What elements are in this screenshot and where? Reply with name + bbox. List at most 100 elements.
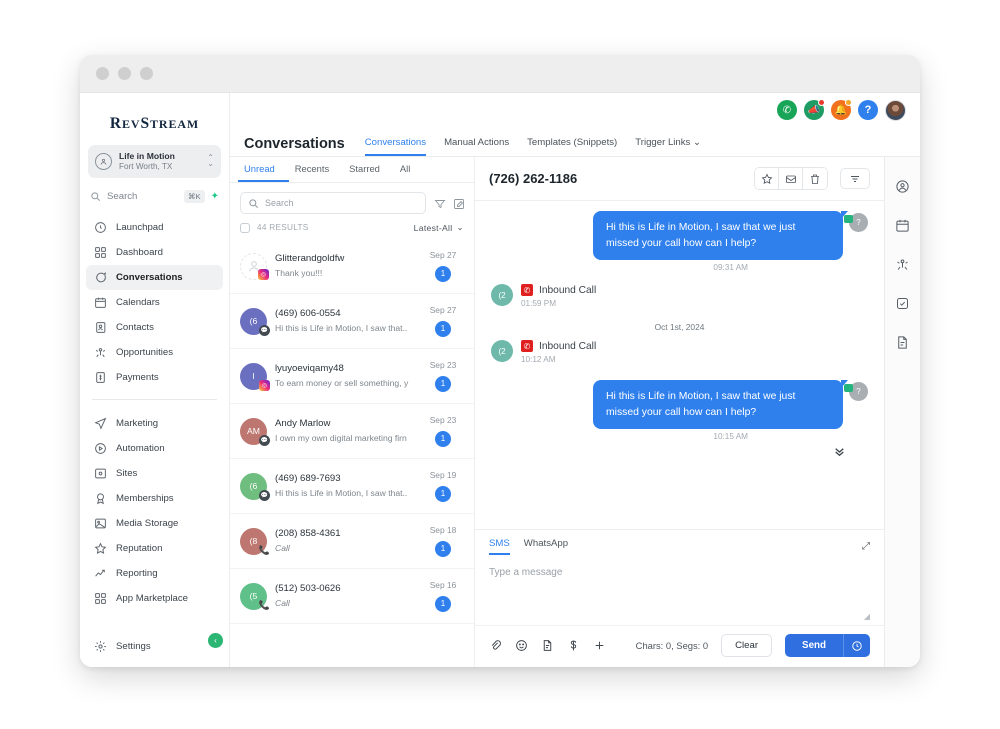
filter-tab-all[interactable]: All (394, 163, 424, 182)
composer-tab-sms[interactable]: SMS (489, 538, 510, 555)
tab-conversations[interactable]: Conversations (364, 137, 427, 156)
sidebar-label: Opportunities (116, 346, 174, 358)
tasks-icon[interactable] (895, 296, 910, 311)
window-minimize-dot[interactable] (118, 67, 131, 80)
tab-templates[interactable]: Templates (Snippets) (527, 137, 617, 156)
conversation-item[interactable]: (6 💬 (469) 689-7693 Hi this is Life in M… (230, 459, 474, 514)
sidebar-item-automation[interactable]: Automation (86, 436, 223, 461)
conversation-item[interactable]: l ◎ lyuyoeviqamy48 To earn money or sell… (230, 349, 474, 404)
sidebar-item-dashboard[interactable]: Dashboard (86, 240, 223, 265)
message-input[interactable]: Type a message ◢ (475, 555, 884, 625)
thread-action-group (754, 167, 828, 190)
composer-tab-whatsapp[interactable]: WhatsApp (524, 538, 568, 555)
megaphone-badge-dot (818, 99, 825, 106)
conversation-search-input[interactable]: Search (240, 192, 426, 214)
conversation-body: lyuyoeviqamy48 To earn money or sell som… (275, 362, 414, 389)
conversation-item[interactable]: (5 📞 (512) 503-0626 Call Sep 16 1 (230, 569, 474, 624)
filter-tab-recents[interactable]: Recents (289, 163, 343, 182)
snippet-icon[interactable] (541, 639, 554, 652)
calendar-icon[interactable] (895, 218, 910, 233)
window-close-dot[interactable] (96, 67, 109, 80)
logo-part: S (140, 115, 150, 132)
expand-composer-icon[interactable]: ⤢ (862, 541, 870, 552)
conversation-name: (512) 503-0626 (275, 583, 341, 595)
avatar: (6 💬 (240, 472, 270, 501)
logo-part: EV (121, 117, 141, 131)
tab-trigger-links[interactable]: Trigger Links ⌄ (635, 137, 701, 156)
opportunities-icon[interactable] (895, 257, 910, 272)
documents-icon[interactable] (895, 335, 910, 350)
date-separator: Oct 1st, 2024 (654, 322, 705, 333)
star-icon[interactable] (755, 168, 779, 189)
message-row-outbound: Hi this is Life in Motion, I saw that we… (491, 211, 868, 261)
window-maximize-dot[interactable] (140, 67, 153, 80)
sidebar-item-app-marketplace[interactable]: App Marketplace (86, 586, 223, 611)
help-icon[interactable]: ? (858, 100, 878, 120)
contact-profile-icon[interactable] (895, 179, 910, 194)
sidebar-item-calendars[interactable]: Calendars (86, 290, 223, 315)
megaphone-icon[interactable]: 📣 (804, 99, 825, 120)
chat-icon (94, 271, 107, 284)
schedule-send-icon[interactable] (843, 634, 870, 657)
delete-icon[interactable] (803, 168, 827, 189)
attachment-icon[interactable] (489, 639, 502, 652)
conversation-item[interactable]: ◎ Glitterandgoldfw Thank you!!! Sep 27 1 (230, 239, 474, 294)
call-badge-icon: 📞 (258, 544, 271, 555)
resize-handle-icon[interactable]: ◢ (864, 612, 870, 621)
sort-selector[interactable]: Latest-All ⌄ (414, 222, 464, 233)
conversation-body: Andy Marlow I own my own digital marketi… (275, 417, 414, 444)
tab-manual-actions[interactable]: Manual Actions (444, 137, 509, 156)
sidebar-item-marketing[interactable]: Marketing (86, 411, 223, 436)
notifications-bell-icon[interactable]: 🔔 (831, 99, 852, 120)
clear-button[interactable]: Clear (721, 634, 773, 657)
search-shortcut-badge: ⌘K (183, 189, 205, 203)
conversation-item[interactable]: AM 💬 Andy Marlow I own my own digital ma… (230, 404, 474, 459)
avatar-initials: ? (856, 218, 861, 227)
unread-badge: 1 (435, 485, 451, 502)
chevron-updown-icon[interactable]: ⌃ ⌄ (207, 153, 214, 169)
sidebar-item-reputation[interactable]: Reputation (86, 536, 223, 561)
filter-icon[interactable] (840, 168, 870, 189)
sidebar-item-opportunities[interactable]: Opportunities (86, 340, 223, 365)
account-switcher[interactable]: Life in Motion Fort Worth, TX ⌃ ⌄ (88, 145, 221, 178)
message-row-outbound: Hi this is Life in Motion, I saw that we… (491, 380, 868, 430)
inbound-call-icon: ✆ (521, 340, 533, 353)
scroll-to-bottom-button[interactable] (491, 445, 868, 461)
sidebar-item-sites[interactable]: Sites (86, 461, 223, 486)
conversation-date: Sep 19 (429, 470, 457, 481)
sidebar-item-memberships[interactable]: Memberships (86, 486, 223, 511)
calendar-icon (94, 296, 107, 309)
logo-part: TREAM (149, 117, 200, 131)
payment-icon[interactable] (567, 639, 580, 652)
filter-tab-unread[interactable]: Unread (238, 163, 289, 182)
filter-tab-starred[interactable]: Starred (343, 163, 394, 182)
user-avatar[interactable] (885, 99, 906, 121)
sidebar-item-payments[interactable]: Payments (86, 365, 223, 390)
sidebar-item-media-storage[interactable]: Media Storage (86, 511, 223, 536)
select-all-checkbox[interactable] (240, 222, 250, 233)
filter-icon[interactable] (434, 198, 446, 209)
tab-trigger-links-label: Trigger Links (635, 137, 691, 148)
emoji-icon[interactable] (515, 639, 528, 652)
conversation-date: Sep 23 (429, 415, 457, 426)
contact-avatar: (2 (491, 284, 513, 307)
collapse-sidebar-button[interactable]: ‹ (208, 633, 223, 648)
sidebar-item-launchpad[interactable]: Launchpad (86, 215, 223, 240)
mark-unread-icon[interactable] (779, 168, 803, 189)
phone-icon[interactable]: ✆ (777, 100, 797, 120)
sidebar-search[interactable]: Search ⌘K ✦ (80, 186, 229, 213)
add-icon[interactable] (593, 639, 606, 652)
sidebar-item-reporting[interactable]: Reporting (86, 561, 223, 586)
compose-icon[interactable] (453, 198, 464, 209)
sidebar-item-settings[interactable]: Settings (86, 634, 223, 659)
conversation-item[interactable]: (8 📞 (208) 858-4361 Call Sep 18 1 (230, 514, 474, 569)
ai-spark-icon[interactable]: ✦ (211, 191, 219, 202)
sms-badge-icon: 💬 (259, 489, 270, 501)
send-button[interactable]: Send (785, 634, 843, 657)
sidebar-nav-bottom: Settings ‹ (80, 632, 229, 667)
conversation-item[interactable]: (6 💬 (469) 606-0554 Hi this is Life in M… (230, 294, 474, 349)
sidebar-item-conversations[interactable]: Conversations (86, 264, 223, 290)
sidebar-item-contacts[interactable]: Contacts (86, 315, 223, 340)
character-counter: Chars: 0, Segs: 0 (635, 640, 709, 651)
chevron-down-icon: ⌄ (693, 137, 702, 148)
